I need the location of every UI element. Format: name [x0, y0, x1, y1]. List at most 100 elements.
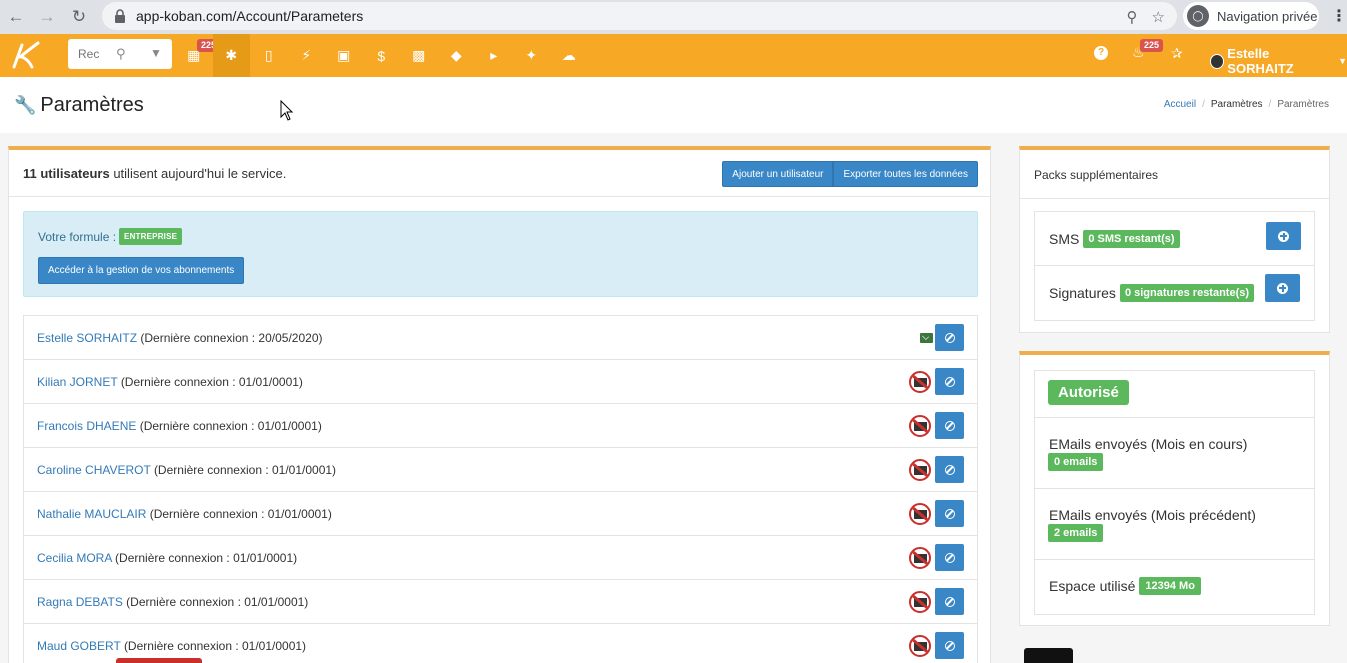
breadcrumb: Accueil / Paramètres / Paramètres [1164, 99, 1329, 110]
help-icon[interactable]: ? [1094, 46, 1108, 60]
app-navbar: ⚲ ▼ ▦ 225 ✱ ▯ ⚡ ▣ $ ▩ ◆ ▸ ✦ ☁ ? ♨ 225 ✰ … [0, 34, 1347, 77]
disable-user-button[interactable] [935, 324, 964, 351]
dollar-icon[interactable]: $ [363, 34, 401, 77]
no-mail-icon [909, 591, 931, 613]
bookmark-star-icon[interactable]: ☆ [1152, 8, 1165, 26]
no-mail-icon [909, 503, 931, 525]
sms-label: SMS [1049, 231, 1080, 247]
users-panel: 11 utilisateurs utilisent aujourd'hui le… [8, 146, 991, 663]
last-login: (Dernière connexion : 01/01/0001) [126, 595, 309, 609]
users-summary: 11 utilisateurs utilisent aujourd'hui le… [23, 166, 286, 181]
disable-user-button[interactable] [935, 588, 964, 615]
packs-title: Packs supplémentaires [1034, 168, 1159, 182]
bolt-icon[interactable]: ⚡ [288, 34, 326, 77]
user-row: Nathalie MAUCLAIR (Dernière connexion : … [24, 492, 977, 536]
back-arrow-icon[interactable]: ← [3, 4, 29, 30]
url-text: app-koban.com/Account/Parameters [136, 8, 364, 24]
user-name: Estelle SORHAITZ [1227, 46, 1294, 76]
signatures-badge: 0 signatures restante(s) [1119, 284, 1255, 302]
page-header: 🔧 Paramètres Accueil / Paramètres / Para… [0, 77, 1347, 133]
bell-icon[interactable]: ♨ 225 [1132, 39, 1164, 61]
reload-icon[interactable]: ↻ [66, 4, 92, 30]
email-status-row: Autorisé [1035, 371, 1314, 418]
manage-subscriptions-button[interactable]: Accéder à la gestion de vos abonnements [38, 257, 245, 284]
page-title: 🔧 Paramètres [14, 94, 144, 117]
building-icon[interactable]: ▯ [250, 34, 288, 77]
disable-user-button[interactable] [935, 412, 964, 439]
user-name-link[interactable]: Francois DHAENE [37, 419, 136, 433]
user-name-link[interactable]: Maud GOBERT [37, 639, 121, 653]
user-name-link[interactable]: Caroline CHAVEROT [37, 463, 151, 477]
user-name-link[interactable]: Cecilia MORA [37, 551, 112, 565]
koban-logo[interactable] [8, 39, 44, 71]
pack-row-sms: SMS 0 SMS restant(s) [1035, 212, 1314, 266]
breadcrumb-separator: / [1202, 99, 1205, 110]
emails-panel: Autorisé EMails envoyés (Mois en cours) … [1019, 351, 1330, 626]
plan-badge: ENTREPRISE [119, 228, 183, 245]
zoom-icon[interactable]: ⚲ [1127, 8, 1138, 26]
filter-icon[interactable]: ▼ [150, 46, 162, 60]
users-panel-heading: 11 utilisateurs utilisent aujourd'hui le… [9, 150, 990, 197]
search-icon[interactable]: ⚲ [116, 46, 126, 62]
user-name-link[interactable]: Estelle SORHAITZ [37, 331, 137, 345]
last-login: (Dernière connexion : 01/01/0001) [123, 639, 307, 653]
forward-arrow-icon[interactable]: → [34, 4, 60, 30]
bullhorn-icon[interactable]: ▸ [475, 34, 513, 77]
current-month-label: EMails envoyés (Mois en cours) [1049, 436, 1248, 452]
previous-month-label: EMails envoyés (Mois précédent) [1049, 507, 1256, 523]
ban-icon [944, 596, 955, 607]
lock-icon [115, 9, 125, 23]
add-sms-pack-button[interactable] [1266, 222, 1301, 250]
page-title-text: Paramètres [40, 94, 144, 116]
email-stat-previous: EMails envoyés (Mois précédent) 2 emails [1035, 489, 1314, 560]
user-name-link[interactable]: Ragna DEBATS [37, 595, 123, 609]
last-login: (Dernière connexion : 01/01/0001) [115, 551, 298, 565]
user-row: Francois DHAENE (Dernière connexion : 01… [24, 404, 977, 448]
divider [1020, 198, 1329, 199]
add-signatures-pack-button[interactable] [1265, 274, 1300, 302]
last-login: (Dernière connexion : 01/01/0001) [120, 375, 303, 389]
space-label: Espace utilisé [1049, 578, 1136, 594]
user-row: Kilian JORNET (Dernière connexion : 01/0… [24, 360, 977, 404]
puzzle-icon[interactable]: ✦ [513, 34, 551, 77]
current-month-badge: 0 emails [1048, 453, 1104, 471]
previous-month-badge: 2 emails [1048, 524, 1104, 542]
tag-icon[interactable]: ◆ [438, 34, 476, 77]
disable-user-button[interactable] [935, 368, 964, 395]
calendar-icon[interactable]: ▦ 225 [175, 34, 221, 77]
incognito-indicator[interactable]: ◯ Navigation privée [1183, 2, 1319, 30]
disable-user-button[interactable] [935, 500, 964, 527]
add-user-button[interactable]: Ajouter un utilisateur [722, 161, 834, 187]
search-input[interactable] [78, 47, 110, 61]
breadcrumb-item: Paramètres [1210, 99, 1263, 110]
avatar [1210, 53, 1225, 69]
user-menu[interactable]: Estelle SORHAITZ ▼ [1210, 46, 1347, 76]
user-row: Caroline CHAVEROT (Dernière connexion : … [24, 448, 977, 492]
export-data-button[interactable]: Exporter toutes les données [833, 161, 978, 187]
disable-user-button[interactable] [935, 456, 964, 483]
chat-widget[interactable] [1024, 648, 1073, 663]
breadcrumb-home[interactable]: Accueil [1164, 99, 1196, 110]
wrench-icon[interactable]: ✰ [1171, 45, 1183, 62]
delete-button-partial[interactable] [116, 658, 202, 663]
ban-icon [944, 376, 955, 387]
user-name-link[interactable]: Kilian JORNET [37, 375, 117, 389]
address-bar[interactable]: app-koban.com/Account/Parameters ⚲ ☆ [102, 2, 1177, 30]
browser-menu-icon[interactable]: ⋮ [1331, 6, 1347, 26]
ban-icon [944, 420, 955, 431]
last-login: (Dernière connexion : 01/01/0001) [153, 463, 337, 477]
breadcrumb-separator: / [1268, 99, 1272, 110]
disable-user-button[interactable] [935, 632, 964, 659]
wrench-icon: 🔧 [14, 95, 37, 115]
briefcase-icon[interactable]: ▩ [400, 34, 438, 77]
cloud-icon[interactable]: ☁ [550, 34, 588, 77]
asterisk-icon[interactable]: ✱ [212, 34, 250, 77]
notification-badge: 225 [1140, 39, 1164, 52]
no-mail-icon [909, 371, 931, 393]
browser-toolbar: ← → ↻ app-koban.com/Account/Parameters ⚲… [0, 0, 1347, 34]
money-icon[interactable]: ▣ [325, 34, 363, 77]
emails-list: Autorisé EMails envoyés (Mois en cours) … [1034, 370, 1315, 615]
disable-user-button[interactable] [935, 544, 964, 571]
email-status-badge: Autorisé [1048, 380, 1129, 405]
user-name-link[interactable]: Nathalie MAUCLAIR [37, 507, 146, 521]
